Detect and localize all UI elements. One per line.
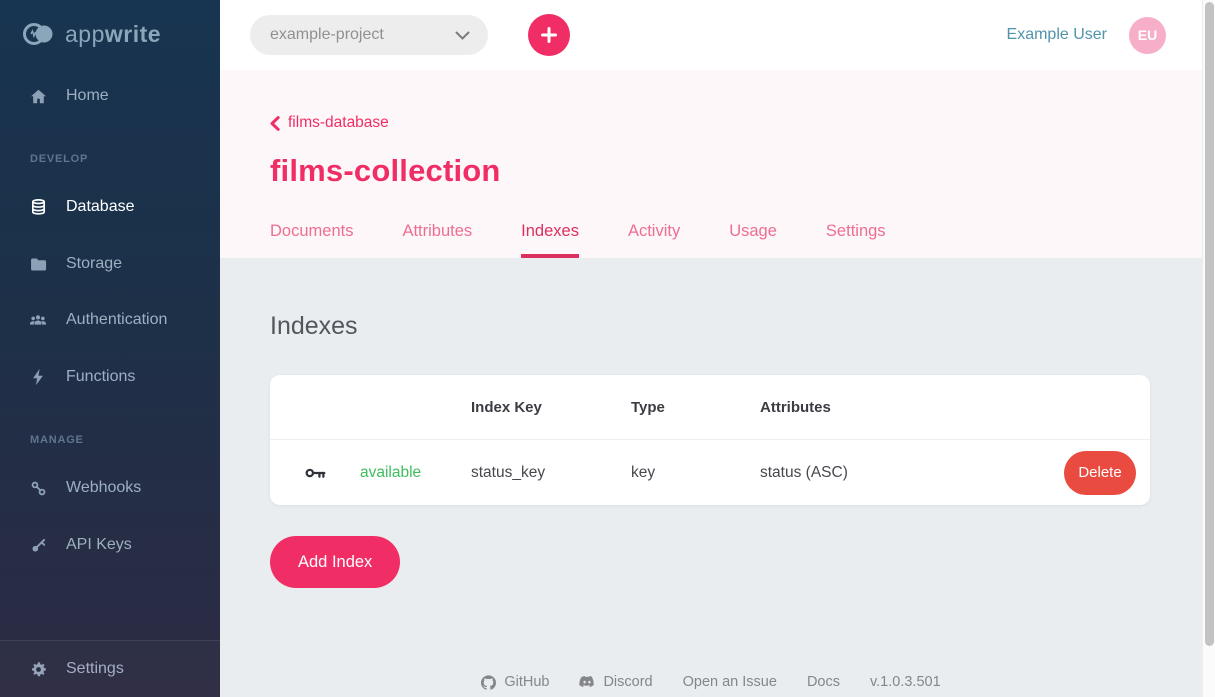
page-header: films-database films-collection Document… [220,70,1202,258]
tab-settings[interactable]: Settings [826,222,886,258]
footer-version: v.1.0.3.501 [870,674,941,690]
sidebar-item-label: Storage [66,255,122,273]
sidebar-item-label: Settings [66,660,124,678]
footer-github-label: GitHub [504,674,549,690]
sidebar-item-settings[interactable]: Settings [0,640,220,697]
sidebar-item-webhooks[interactable]: Webhooks [0,468,220,508]
sidebar-item-authentication[interactable]: Authentication [0,300,220,340]
appwrite-logo[interactable]: appwrite [0,0,220,48]
chain-link-icon [29,480,47,497]
sidebar-item-label: Functions [66,368,135,386]
tab-attributes[interactable]: Attributes [402,222,472,258]
sidebar-item-label: Home [66,87,109,105]
sidebar-item-functions[interactable]: Functions [0,357,220,397]
sidebar-item-label: Authentication [66,311,167,329]
project-selector[interactable]: example-project [250,15,488,55]
breadcrumb-label: films-database [288,114,389,132]
index-status: available [360,464,471,482]
breadcrumb[interactable]: films-database [270,114,389,132]
delete-button[interactable]: Delete [1064,451,1136,495]
section-heading: Indexes [270,312,1202,341]
sidebar-section-develop: DEVELOP [30,153,88,165]
footer-discord-label: Discord [603,674,652,690]
lightning-icon [29,368,47,386]
tab-bar: Documents Attributes Indexes Activity Us… [270,222,1202,258]
tab-activity[interactable]: Activity [628,222,680,258]
chevron-down-icon [455,31,470,40]
table-row: available status_key key status (ASC) De… [270,439,1150,505]
footer: GitHub Discord Open an Issue Docs v.1.0.… [270,674,1202,697]
database-icon [29,198,47,216]
main-area: example-project Example User EU films-da… [220,0,1202,697]
scrollbar-thumb[interactable] [1205,2,1214,646]
sidebar-item-api-keys[interactable]: API Keys [0,525,220,565]
footer-open-issue-link[interactable]: Open an Issue [683,674,777,690]
sidebar: appwrite Home DEVELOP Database Storage [0,0,220,697]
appwrite-logo-icon [22,20,56,48]
column-header-attributes: Attributes [760,399,1048,416]
sidebar-item-storage[interactable]: Storage [0,244,220,284]
add-project-button[interactable] [528,14,570,56]
users-icon [29,313,47,328]
content-area: Indexes Index Key Type Attributes availa… [220,258,1202,697]
key-icon [305,466,360,480]
table-header-row: Index Key Type Attributes [270,375,1150,439]
tab-documents[interactable]: Documents [270,222,353,258]
add-index-button[interactable]: Add Index [270,536,400,588]
column-header-index-key: Index Key [471,399,631,416]
plus-icon [541,27,557,43]
tab-indexes[interactable]: Indexes [521,222,579,258]
footer-github-link[interactable]: GitHub [481,674,549,690]
avatar[interactable]: EU [1129,17,1166,54]
sidebar-item-home[interactable]: Home [0,76,220,116]
sidebar-item-label: Database [66,198,135,216]
chevron-left-icon [270,116,280,131]
sidebar-section-manage: MANAGE [30,434,84,446]
footer-discord-link[interactable]: Discord [579,674,652,690]
gear-icon [29,661,47,678]
indexes-table-card: Index Key Type Attributes available stat… [270,375,1150,505]
footer-docs-link[interactable]: Docs [807,674,840,690]
project-selector-value: example-project [270,26,384,44]
key-icon [29,537,47,554]
discord-icon [579,676,595,688]
index-key-cell: status_key [471,464,631,482]
home-icon [29,88,47,105]
index-attributes-cell: status (ASC) [760,464,1048,482]
appwrite-logo-text: appwrite [65,21,161,48]
sidebar-item-database[interactable]: Database [0,187,220,227]
column-header-type: Type [631,399,760,416]
vertical-scrollbar[interactable] [1202,0,1215,697]
topbar: example-project Example User EU [220,0,1202,70]
tab-usage[interactable]: Usage [729,222,777,258]
github-icon [481,675,496,690]
sidebar-item-label: Webhooks [66,479,141,497]
folder-icon [29,257,47,272]
sidebar-item-label: API Keys [66,536,132,554]
user-name-link[interactable]: Example User [1007,26,1107,44]
index-type-cell: key [631,464,760,482]
page-title: films-collection [270,153,1202,189]
